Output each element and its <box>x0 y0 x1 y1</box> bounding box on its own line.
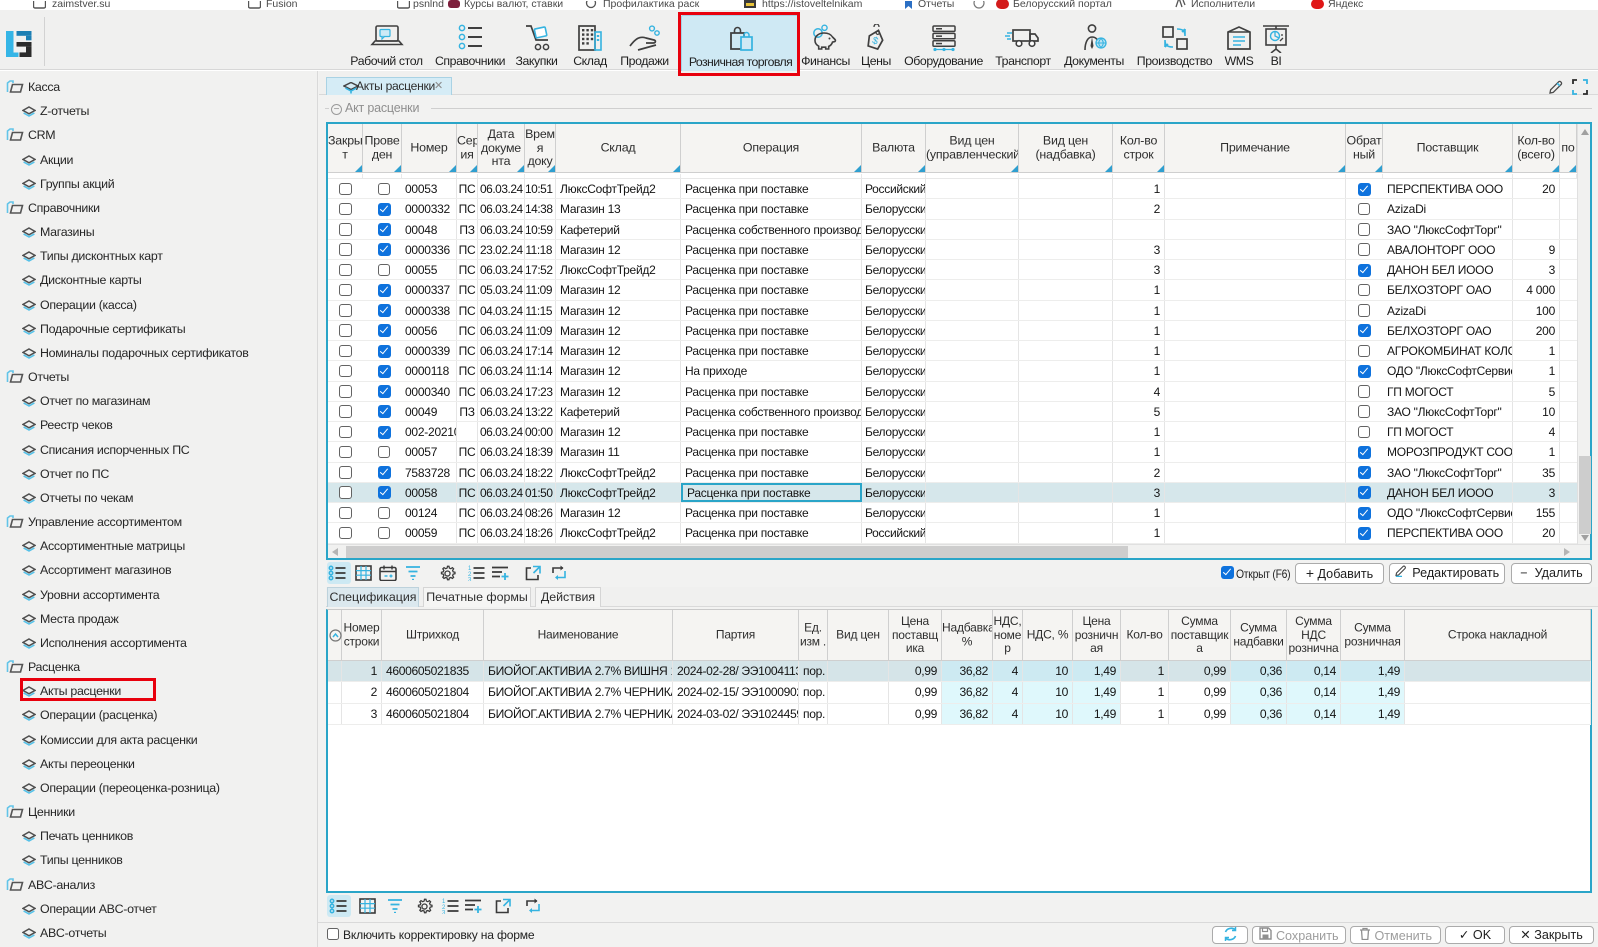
svg-text:$: $ <box>871 35 880 47</box>
svg-text:3: 3 <box>468 578 472 582</box>
svg-text:3: 3 <box>442 911 446 915</box>
